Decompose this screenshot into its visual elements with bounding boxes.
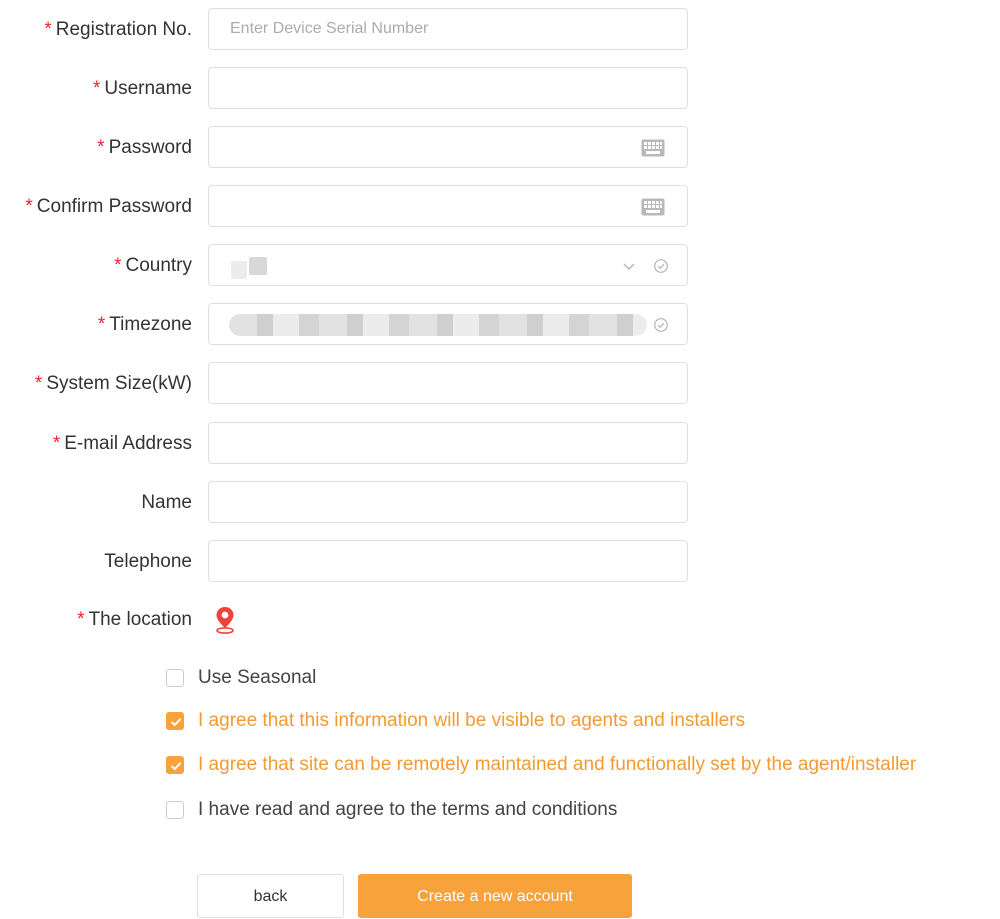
password-input[interactable]	[209, 127, 630, 167]
telephone-label: Telephone	[104, 551, 192, 572]
country-value-redacted	[249, 257, 267, 275]
chevron-down-icon[interactable]	[621, 258, 637, 274]
confirm-password-field[interactable]	[208, 185, 688, 227]
country-row: * Country	[0, 244, 1000, 288]
check-icon	[170, 762, 182, 771]
system-size-field[interactable]	[208, 362, 688, 404]
country-label: * Country	[114, 255, 192, 276]
location-label: * The location	[77, 609, 192, 630]
timezone-select[interactable]	[208, 303, 688, 345]
email-row: * E-mail Address	[0, 422, 1000, 466]
required-mark: *	[92, 78, 101, 99]
registration-field[interactable]	[208, 8, 688, 50]
system-size-label: * System Size(kW)	[34, 373, 192, 394]
checkbox-label: I agree that site can be remotely mainta…	[198, 754, 917, 775]
required-mark: *	[52, 433, 61, 454]
required-mark: *	[77, 609, 85, 630]
telephone-row: Telephone	[0, 540, 1000, 584]
timezone-row: * Timezone	[0, 303, 1000, 347]
checkbox-label: Use Seasonal	[198, 667, 317, 688]
check-icon	[170, 718, 182, 727]
timezone-label: * Timezone	[97, 314, 192, 335]
required-mark: *	[97, 137, 105, 158]
system-size-input[interactable]	[209, 363, 630, 403]
use-seasonal-checkbox[interactable]	[166, 669, 184, 687]
location-row: * The location	[0, 598, 1000, 642]
map-pin-icon[interactable]	[214, 606, 236, 634]
email-field[interactable]	[208, 422, 688, 464]
checkbox-label: I have read and agree to the terms and c…	[198, 799, 618, 820]
registration-row: * Registration No.	[0, 8, 1000, 52]
timezone-value-redacted	[229, 314, 647, 336]
telephone-input[interactable]	[209, 541, 630, 581]
checkbox-row[interactable]: I have read and agree to the terms and c…	[166, 797, 617, 823]
email-label: * E-mail Address	[52, 433, 192, 454]
keyboard-icon[interactable]	[641, 139, 665, 157]
country-select[interactable]	[208, 244, 688, 286]
terms-checkbox[interactable]	[166, 801, 184, 819]
password-label: * Password	[97, 137, 192, 158]
registration-input[interactable]	[209, 9, 630, 49]
username-row: * Username	[0, 67, 1000, 111]
agree-visible-checkbox[interactable]	[166, 712, 184, 730]
telephone-field[interactable]	[208, 540, 688, 582]
required-mark: *	[97, 314, 106, 335]
name-label: Name	[141, 492, 192, 513]
required-mark: *	[25, 196, 33, 217]
name-input[interactable]	[209, 482, 630, 522]
checkbox-row[interactable]: I agree that this information will be vi…	[166, 708, 745, 734]
required-mark: *	[44, 19, 52, 40]
country-value-redacted	[231, 261, 247, 279]
username-input[interactable]	[209, 68, 630, 108]
checkbox-label: I agree that this information will be vi…	[198, 710, 746, 731]
username-field[interactable]	[208, 67, 688, 109]
checkbox-row[interactable]: I agree that site can be remotely mainta…	[166, 752, 916, 778]
password-field[interactable]	[208, 126, 688, 168]
create-account-button[interactable]: Create a new account	[358, 874, 632, 918]
confirm-password-input[interactable]	[209, 186, 630, 226]
back-button[interactable]: back	[197, 874, 344, 918]
system-size-row: * System Size(kW)	[0, 362, 1000, 406]
confirm-password-label: * Confirm Password	[25, 196, 192, 217]
registration-label: * Registration No.	[44, 19, 192, 40]
username-label: * Username	[92, 78, 192, 99]
keyboard-icon[interactable]	[641, 198, 665, 216]
checkbox-row[interactable]: Use Seasonal	[166, 665, 316, 691]
agree-remote-maintenance-checkbox[interactable]	[166, 756, 184, 774]
required-mark: *	[34, 373, 43, 394]
check-circle-icon	[654, 259, 668, 273]
check-circle-icon	[654, 318, 668, 332]
email-input[interactable]	[209, 423, 630, 463]
password-row: * Password	[0, 126, 1000, 170]
required-mark: *	[114, 255, 122, 276]
name-field[interactable]	[208, 481, 688, 523]
name-row: Name	[0, 481, 1000, 525]
confirm-password-row: * Confirm Password	[0, 185, 1000, 229]
